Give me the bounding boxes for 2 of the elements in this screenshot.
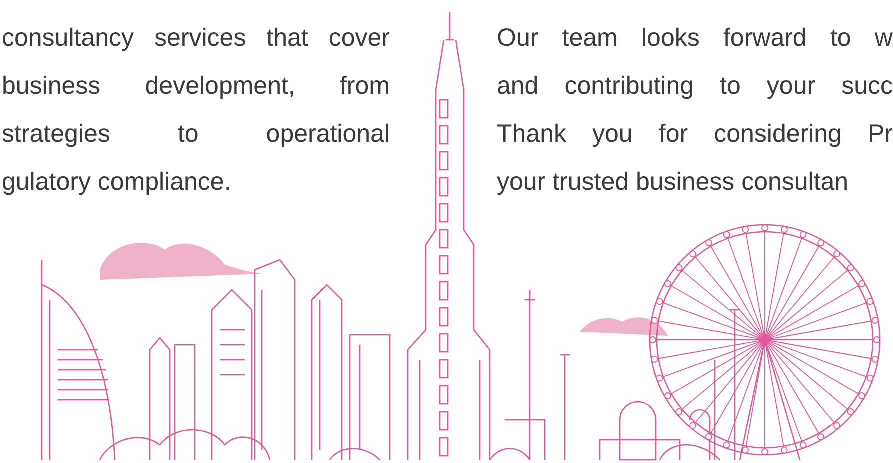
closing-paragraph: Our team looks forward to w and contributing to your succ Thank you for considering Pr your trusted business consultan <box>497 23 893 198</box>
services-paragraph: consultancy services that cover business development, from strategies to operational gulatory compliance. <box>2 23 390 198</box>
